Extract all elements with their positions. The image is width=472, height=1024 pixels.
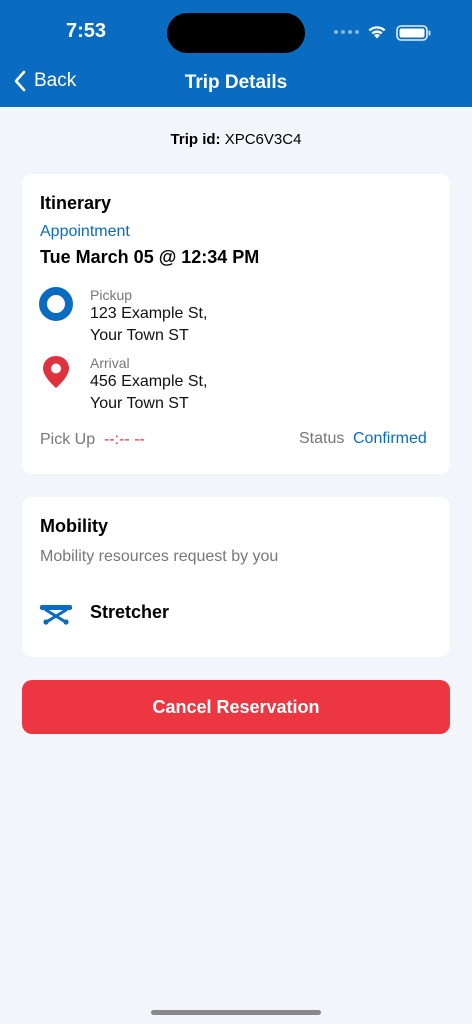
map-pin-icon <box>43 356 69 388</box>
mobility-resource: Stretcher <box>90 602 170 622</box>
arrival-label: Arrival <box>90 355 130 371</box>
cancel-reservation-button[interactable]: Cancel Reservation <box>22 680 450 734</box>
trip-id: Trip id: XPC6V3C4 <box>0 131 472 148</box>
status-label: Status <box>299 430 345 447</box>
mobility-subtitle: Mobility resources request by you <box>40 548 279 565</box>
home-indicator[interactable] <box>151 1010 321 1015</box>
arrival-address: 456 Example St, Your Town ST <box>90 371 207 415</box>
status-value: Confirmed <box>353 430 427 447</box>
page-title: Trip Details <box>184 72 288 93</box>
app-header: 7:53 Back Trip Details <box>0 0 472 107</box>
arrival-address-line1: 456 Example St, <box>90 373 208 390</box>
cellular-signal-icon <box>334 30 359 34</box>
wifi-icon <box>368 26 386 39</box>
pickup-address-line2: Your Town ST <box>90 327 189 344</box>
status-bar-time: 7:53 <box>66 20 107 42</box>
trip-id-label: Trip id: <box>170 131 221 148</box>
appointment-label: Appointment <box>40 223 130 240</box>
stretcher-icon <box>40 605 72 625</box>
pickup-address: 123 Example St, Your Town ST <box>90 303 207 347</box>
mobility-card: Mobility Mobility resources request by y… <box>22 497 450 657</box>
battery-icon <box>396 25 431 41</box>
pickup-time-label: Pick Up <box>40 431 96 448</box>
trip-id-value: XPC6V3C4 <box>224 131 302 148</box>
dynamic-island <box>167 13 305 53</box>
arrival-address-line2: Your Town ST <box>90 395 189 412</box>
itinerary-card: Itinerary Appointment Tue March 05 @ 12:… <box>22 174 450 474</box>
mobility-title: Mobility <box>40 516 108 536</box>
pickup-time-value: --:-- -- <box>104 431 145 448</box>
pickup-address-line1: 123 Example St, <box>90 305 208 322</box>
itinerary-title: Itinerary <box>40 193 112 213</box>
appointment-time: Tue March 05 @ 12:34 PM <box>40 247 260 267</box>
pickup-label: Pickup <box>90 287 133 303</box>
pickup-location-icon <box>39 287 73 321</box>
